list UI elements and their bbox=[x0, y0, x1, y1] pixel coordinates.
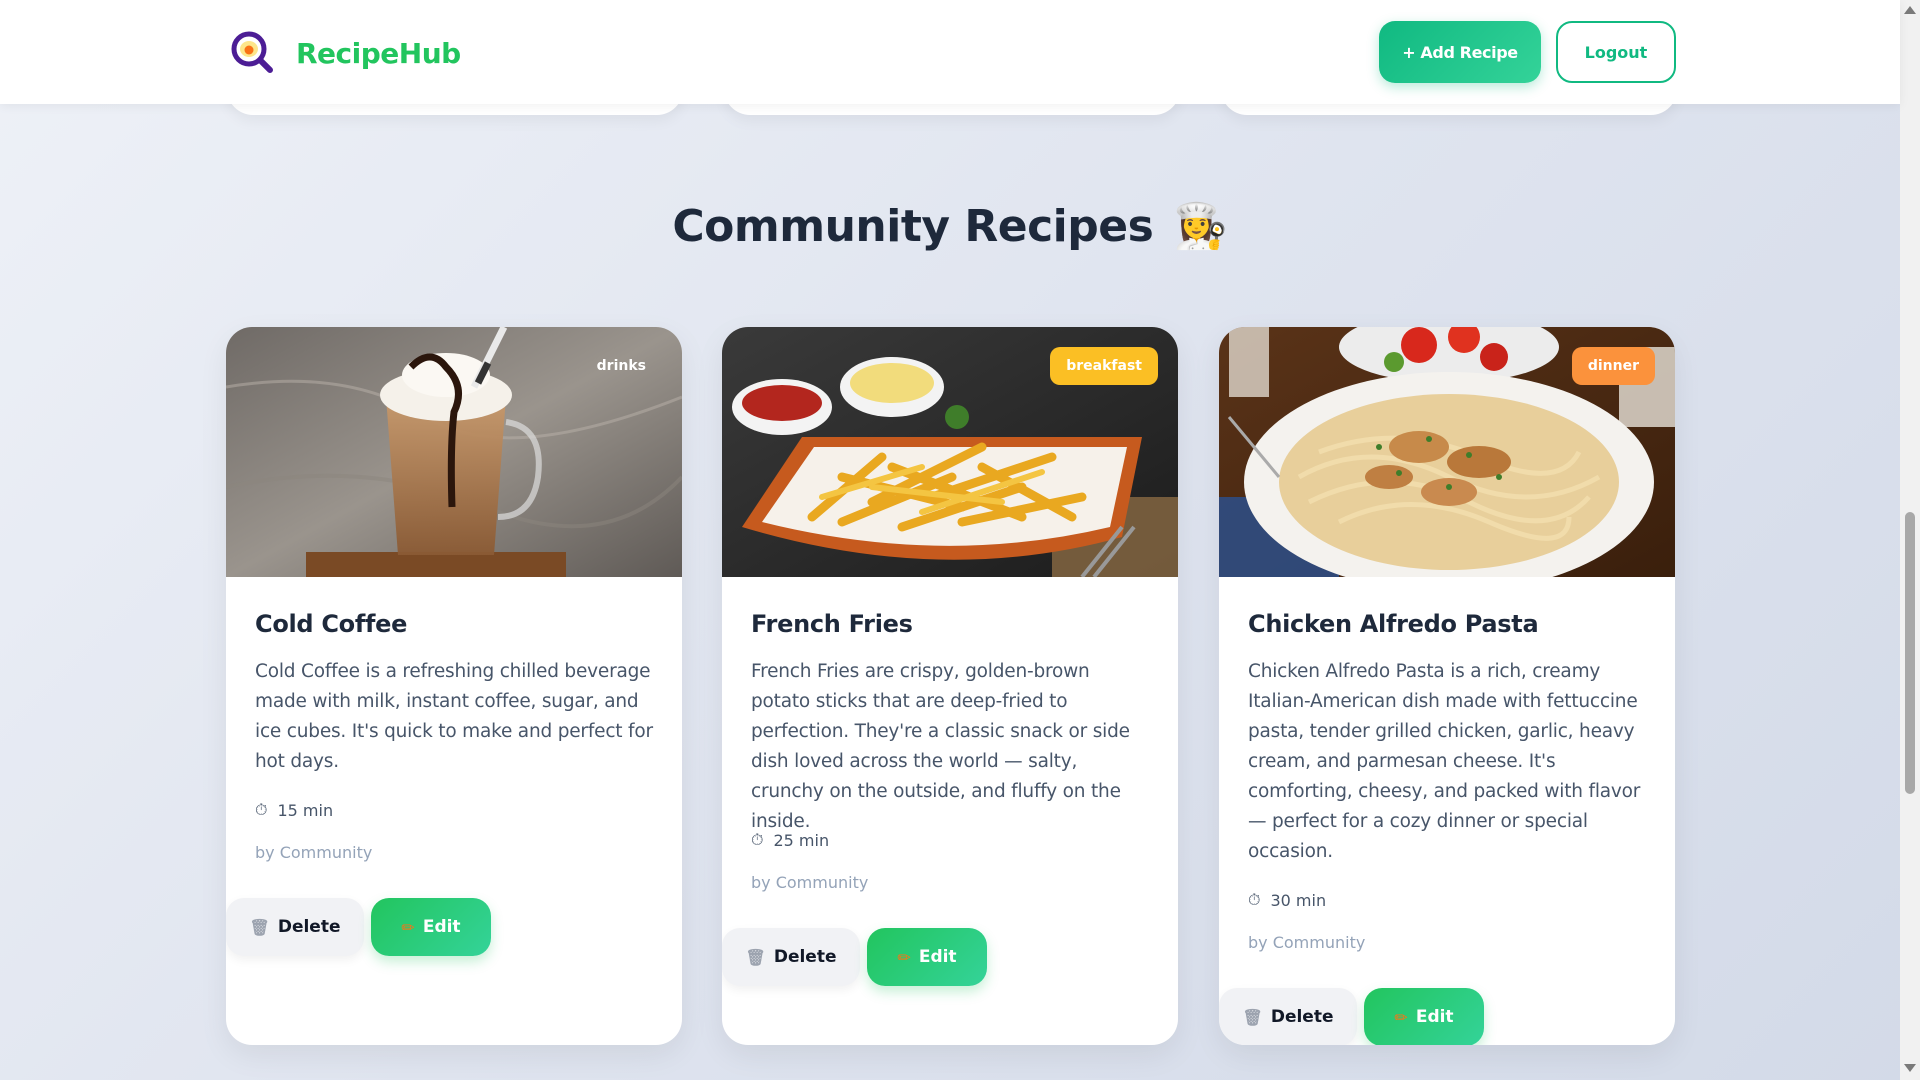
timer-icon: ⏱ bbox=[255, 800, 268, 819]
category-badge: dinner bbox=[1571, 347, 1655, 385]
timer-icon: ⏱ bbox=[751, 830, 764, 849]
recipe-time: ⏱ 15 min bbox=[255, 800, 333, 820]
trash-icon: 🗑 bbox=[1242, 1007, 1263, 1027]
recipe-image-cold-coffee: drinks bbox=[226, 327, 682, 577]
edit-button[interactable]: ✏ Edit bbox=[867, 928, 987, 986]
recipe-time-value: 30 min bbox=[1270, 890, 1327, 910]
section-title: Community Recipes 👩‍🍳 bbox=[0, 200, 1900, 252]
brand-name: RecipeHub bbox=[296, 36, 461, 70]
recipe-description: Cold Coffee is a refreshing chilled beve… bbox=[255, 661, 653, 772]
delete-label: Delete bbox=[277, 917, 341, 937]
edit-label: Edit bbox=[918, 947, 957, 967]
recipe-description: French Fries are crispy, golden-brown po… bbox=[751, 661, 1130, 832]
scroll-up-arrow-icon[interactable] bbox=[1904, 6, 1916, 14]
recipe-time: ⏱ 30 min bbox=[1248, 890, 1326, 910]
recipe-card[interactable]: breakfast French Fries French Fries are … bbox=[722, 327, 1178, 1045]
recipe-image-french-fries: breakfast bbox=[722, 327, 1178, 577]
top-navbar: RecipeHub + Add Recipe Logout bbox=[0, 0, 1900, 104]
delete-button[interactable]: 🗑 Delete bbox=[722, 928, 860, 986]
brand-logo[interactable]: RecipeHub bbox=[230, 30, 461, 76]
recipe-time-value: 15 min bbox=[277, 800, 334, 820]
edit-button[interactable]: ✏ Edit bbox=[1364, 988, 1484, 1045]
scroll-down-arrow-icon[interactable] bbox=[1904, 1064, 1916, 1072]
edit-label: Edit bbox=[1415, 1007, 1454, 1027]
delete-label: Delete bbox=[773, 947, 837, 967]
category-badge: drinks bbox=[596, 358, 646, 374]
recipe-author: by Community bbox=[1248, 933, 1366, 952]
recipe-card[interactable]: drinks Cold Coffee Cold Coffee is a refr… bbox=[226, 327, 682, 1045]
recipe-title: Cold Coffee bbox=[255, 610, 408, 638]
trash-icon: 🗑 bbox=[249, 917, 270, 937]
magnifier-egg-icon bbox=[230, 30, 276, 76]
recipe-card[interactable]: dinner Chicken Alfredo Pasta Chicken Alf… bbox=[1219, 327, 1675, 1045]
vertical-scrollbar[interactable] bbox=[1900, 0, 1920, 1080]
trash-icon: 🗑 bbox=[745, 947, 766, 967]
delete-button[interactable]: 🗑 Delete bbox=[1219, 988, 1357, 1045]
recipe-time: ⏱ 25 min bbox=[751, 830, 829, 850]
category-badge: breakfast bbox=[1050, 347, 1158, 385]
edit-label: Edit bbox=[422, 917, 461, 937]
delete-button[interactable]: 🗑 Delete bbox=[226, 898, 364, 956]
pencil-icon: ✏ bbox=[401, 917, 415, 937]
edit-button[interactable]: ✏ Edit bbox=[371, 898, 491, 956]
section-title-text: Community Recipes bbox=[672, 201, 1154, 252]
timer-icon: ⏱ bbox=[1248, 890, 1261, 909]
add-recipe-button[interactable]: + Add Recipe bbox=[1379, 21, 1541, 83]
recipe-time-value: 25 min bbox=[773, 830, 830, 850]
pencil-icon: ✏ bbox=[1394, 1007, 1408, 1027]
logout-button[interactable]: Logout bbox=[1556, 21, 1676, 83]
recipe-title: Chicken Alfredo Pasta bbox=[1248, 610, 1539, 638]
recipe-author: by Community bbox=[751, 873, 869, 892]
recipe-image-chicken-alfredo: dinner bbox=[1219, 327, 1675, 577]
delete-label: Delete bbox=[1270, 1007, 1334, 1027]
recipe-title: French Fries bbox=[751, 610, 913, 638]
recipe-author: by Community bbox=[255, 843, 373, 862]
recipe-description: Chicken Alfredo Pasta is a rich, creamy … bbox=[1248, 661, 1641, 862]
chef-icon: 👩‍🍳 bbox=[1173, 201, 1228, 252]
pencil-icon: ✏ bbox=[897, 947, 911, 967]
scrollbar-thumb[interactable] bbox=[1905, 512, 1915, 794]
